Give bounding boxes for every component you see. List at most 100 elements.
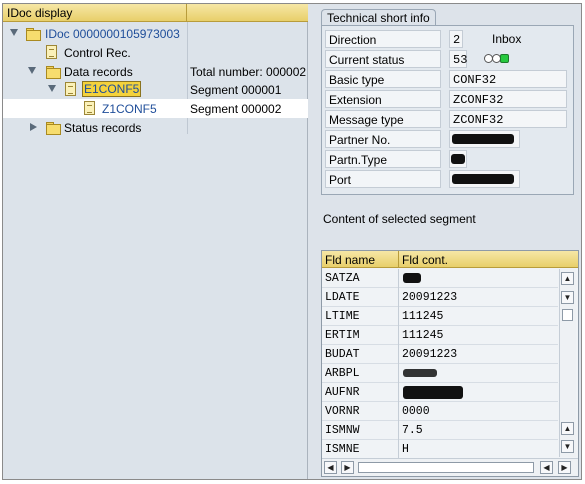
label-message-type: Message type	[325, 110, 441, 128]
label-status: Current status	[325, 50, 441, 68]
tree-node-idoc[interactable]: IDoc 0000000105973003	[3, 24, 308, 43]
collapse-triangle-icon[interactable]	[48, 85, 56, 92]
redaction-mark	[403, 369, 437, 377]
field-content: 0000	[402, 405, 430, 418]
table-row[interactable]: AUFNR	[322, 383, 558, 402]
scroll-down-arrow-icon[interactable]: ▼	[561, 291, 574, 304]
tree-label-seg2[interactable]: Z1CONF5	[102, 102, 157, 116]
folder-icon	[46, 66, 61, 79]
field-content: 111245	[402, 329, 444, 342]
segment-table-header: Fld name Fld cont.	[322, 251, 578, 268]
vertical-scrollbar[interactable]: ▲ ▼ ▲ ▼	[559, 269, 576, 457]
idoc-tree-pane: IDoc display IDoc 0000000105973003 Contr…	[3, 4, 308, 479]
collapse-triangle-icon[interactable]	[28, 67, 36, 74]
collapse-triangle-icon[interactable]	[10, 29, 18, 36]
folder-icon	[46, 122, 61, 135]
segment-content-caption: Content of selected segment	[323, 212, 476, 226]
label-partner-no: Partner No.	[325, 130, 441, 148]
field-name: LTIME	[325, 310, 360, 323]
horizontal-scroll-thumb[interactable]	[358, 462, 534, 473]
field-partner-type	[449, 150, 467, 168]
scroll-right-arrow-icon[interactable]: ▶	[341, 461, 354, 474]
horizontal-scrollbar[interactable]: ◀ ▶ ◀ ▶	[322, 458, 578, 476]
tree-header: IDoc display	[3, 4, 308, 22]
scroll-right-arrow-icon[interactable]: ▶	[558, 461, 571, 474]
field-basic-type: CONF32	[449, 70, 567, 88]
redaction-mark	[451, 154, 465, 164]
tree-value-data-total: Total number: 000002	[190, 65, 307, 79]
field-name: ISMNE	[325, 443, 360, 456]
field-content: 7.5	[402, 424, 423, 437]
document-icon	[46, 45, 57, 59]
field-port	[449, 170, 520, 188]
tree-node-seg1[interactable]: E1CONF5 Segment 000001	[3, 80, 308, 99]
field-name: VORNR	[325, 405, 360, 418]
tree-value-seg2: Segment 000002	[190, 102, 282, 116]
field-direction: 2	[449, 30, 463, 48]
group-title: Technical short info	[321, 9, 436, 26]
field-message-type: ZCONF32	[449, 110, 567, 128]
label-direction: Direction	[325, 30, 441, 48]
traffic-light-icon	[484, 53, 514, 65]
table-row[interactable]: SATZA	[322, 269, 558, 288]
field-name: LDATE	[325, 291, 360, 304]
table-row[interactable]: LTIME 111245	[322, 307, 558, 326]
tree-header-title: IDoc display	[3, 4, 187, 22]
field-name: ISMNW	[325, 424, 360, 437]
expand-triangle-icon[interactable]	[30, 123, 37, 131]
field-content: 20091223	[402, 348, 458, 361]
redaction-mark	[403, 386, 463, 399]
tree-label-data[interactable]: Data records	[64, 65, 133, 79]
folder-icon	[26, 28, 41, 41]
scroll-left-arrow-icon[interactable]: ◀	[540, 461, 553, 474]
scroll-up-arrow-icon[interactable]: ▲	[561, 272, 574, 285]
column-header-fld-name[interactable]: Fld name	[325, 253, 375, 267]
direction-text: Inbox	[492, 32, 522, 46]
field-name: SATZA	[325, 272, 360, 285]
detail-pane: Technical short info Direction 2 Inbox C…	[309, 4, 581, 479]
table-row[interactable]: ISMNW 7.5	[322, 421, 558, 440]
tree-label-status[interactable]: Status records	[64, 121, 141, 135]
scroll-up-arrow-icon[interactable]: ▲	[561, 422, 574, 435]
label-basic-type: Basic type	[325, 70, 441, 88]
field-content: H	[402, 443, 409, 456]
segment-content-table: Fld name Fld cont. SATZA LDATE 20091223 …	[321, 250, 579, 477]
field-content: 20091223	[402, 291, 458, 304]
table-row[interactable]: ARBPL	[322, 364, 558, 383]
redaction-mark	[452, 134, 514, 144]
scroll-down-arrow-icon[interactable]: ▼	[561, 440, 574, 453]
tree-value-seg1: Segment 000001	[190, 83, 282, 97]
label-port: Port	[325, 170, 441, 188]
label-extension: Extension	[325, 90, 441, 108]
table-row[interactable]: LDATE 20091223	[322, 288, 558, 307]
tree-header-col2	[188, 4, 308, 22]
scroll-left-arrow-icon[interactable]: ◀	[324, 461, 337, 474]
field-name: ERTIM	[325, 329, 360, 342]
field-partner-no	[449, 130, 520, 148]
label-partner-type: Partn.Type	[325, 150, 441, 168]
table-row[interactable]: ISMNE H	[322, 440, 558, 459]
redaction-mark	[452, 174, 514, 184]
tree-label-seg1[interactable]: E1CONF5	[82, 81, 142, 97]
column-header-fld-cont[interactable]: Fld cont.	[402, 253, 448, 267]
field-extension: ZCONF32	[449, 90, 567, 108]
table-row[interactable]: ERTIM 111245	[322, 326, 558, 345]
tree-label-idoc[interactable]: IDoc 0000000105973003	[45, 27, 180, 41]
idoc-window: IDoc display IDoc 0000000105973003 Contr…	[2, 3, 582, 480]
field-name: AUFNR	[325, 386, 360, 399]
technical-info-group: Direction 2 Inbox Current status 53 Basi…	[321, 25, 574, 195]
document-icon	[84, 101, 95, 115]
field-content: 111245	[402, 310, 444, 323]
field-status: 53	[449, 50, 467, 68]
tree-node-seg2[interactable]: Z1CONF5 Segment 000002	[3, 99, 308, 118]
table-row[interactable]: BUDAT 20091223	[322, 345, 558, 364]
table-row[interactable]: VORNR 0000	[322, 402, 558, 421]
field-name: BUDAT	[325, 348, 360, 361]
tree-node-data[interactable]: Data records Total number: 000002	[3, 62, 308, 81]
tree-label-control[interactable]: Control Rec.	[64, 46, 131, 60]
redaction-mark	[403, 273, 421, 283]
document-icon	[65, 82, 76, 96]
tree-node-status[interactable]: Status records	[3, 118, 308, 137]
tree-node-control[interactable]: Control Rec.	[3, 43, 308, 62]
vertical-scroll-thumb[interactable]	[562, 309, 573, 321]
